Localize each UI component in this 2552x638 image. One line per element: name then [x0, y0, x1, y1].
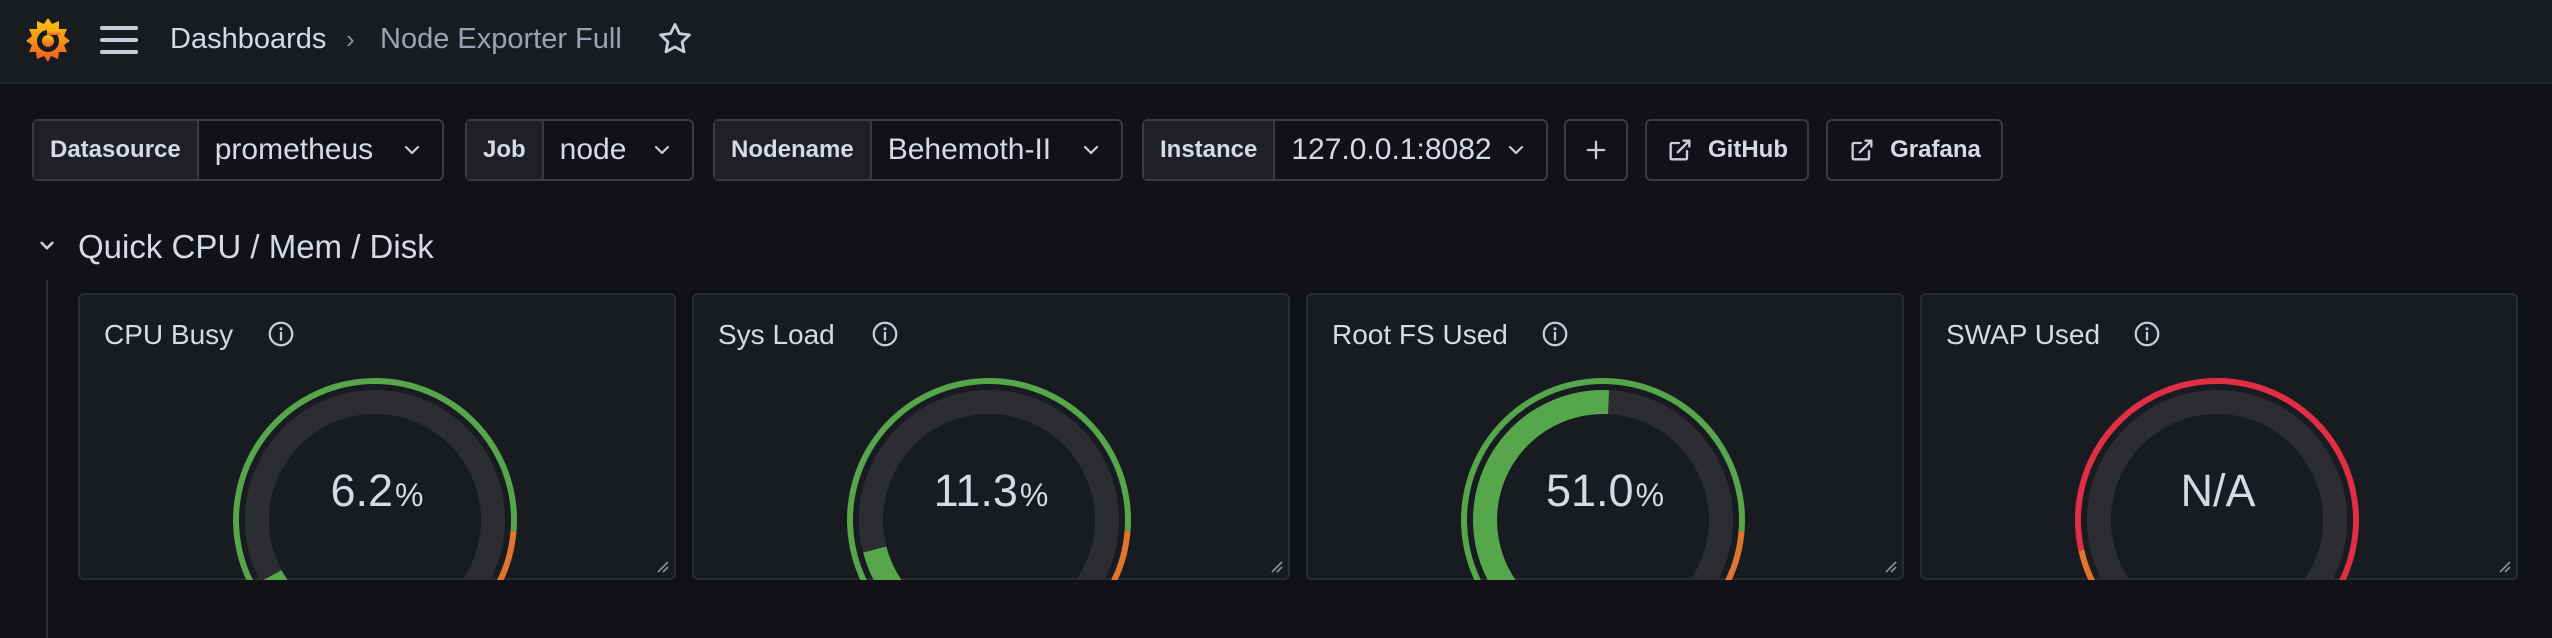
panel-title: Sys Load [718, 319, 835, 350]
resize-handle-icon[interactable] [652, 556, 670, 574]
gauge-value: N/A [1922, 465, 2516, 517]
info-icon[interactable] [266, 319, 296, 349]
external-link-icon [1669, 139, 1691, 161]
variable-value: Behemoth-II [887, 133, 1052, 166]
chevron-down-icon [1508, 145, 1524, 155]
chevron-down-icon [1083, 145, 1099, 155]
info-icon[interactable] [1540, 319, 1570, 349]
chevron-down-icon [404, 145, 420, 155]
gauge-unit: % [395, 477, 424, 513]
row-divider [46, 280, 48, 638]
gauge-unit: % [1019, 477, 1049, 513]
row-title[interactable]: Quick CPU / Mem / Disk [78, 228, 434, 266]
variable-label: Nodename [715, 121, 872, 179]
gauge-value: 11.3% [694, 465, 1288, 517]
panel-root-fs-used: Root FS Used 51.0% [1306, 293, 1904, 580]
gauge-unit: % [1635, 477, 1665, 513]
grafana-logo-icon[interactable] [22, 14, 74, 66]
variable-value: 127.0.0.1:8082 [1291, 133, 1492, 166]
variable-datasource: Datasource prometheus [32, 119, 444, 181]
chevron-down-icon [654, 145, 670, 155]
panel-title: Root FS Used [1332, 319, 1508, 350]
plus-icon [1586, 140, 1606, 160]
variable-label: Datasource [34, 121, 199, 179]
menu-button[interactable] [100, 22, 140, 58]
variable-instance: Instance 127.0.0.1:8082 [1142, 119, 1548, 181]
gauge-number: 11.3 [933, 465, 1018, 516]
github-link-label: GitHub [1708, 136, 1788, 163]
breadcrumb-separator: › [346, 24, 355, 54]
breadcrumb-current: Node Exporter Full [380, 23, 622, 55]
variable-label: Job [467, 121, 544, 179]
gauge-fill [863, 546, 902, 580]
gauge-number: N/A [2180, 465, 2256, 516]
resize-handle-icon[interactable] [1266, 556, 1284, 574]
panel-sys-load: Sys Load 11.3% [692, 293, 1290, 580]
panel-title: CPU Busy [104, 319, 234, 350]
star-icon[interactable] [656, 20, 694, 58]
nodename-select[interactable]: Behemoth-II [872, 121, 1121, 179]
datasource-select[interactable]: prometheus [199, 121, 442, 179]
top-navbar: Dashboards › Node Exporter Full [0, 0, 2552, 84]
instance-select[interactable]: 127.0.0.1:8082 [1275, 121, 1546, 179]
variable-label: Instance [1144, 121, 1276, 179]
variable-job: Job node [465, 119, 694, 181]
gauge-value: 51.0% [1308, 465, 1902, 517]
breadcrumb-dashboards[interactable]: Dashboards [170, 21, 326, 57]
panel-swap-used: SWAP Used N/A [1920, 293, 2518, 580]
variable-value: node [559, 133, 627, 166]
grafana-link-label: Grafana [1890, 136, 1981, 163]
info-icon[interactable] [870, 319, 900, 349]
job-select[interactable]: node [544, 121, 692, 179]
resize-handle-icon[interactable] [2494, 556, 2512, 574]
gauge-number: 6.2 [330, 465, 394, 516]
resize-handle-icon[interactable] [1880, 556, 1898, 574]
gauge-number: 51.0 [1545, 465, 1634, 516]
gauge-value: 6.2% [80, 465, 674, 517]
variable-nodename: Nodename Behemoth-II [713, 119, 1123, 181]
external-link-icon [1851, 139, 1873, 161]
grafana-link-button[interactable]: Grafana [1826, 119, 2003, 181]
add-variable-button[interactable] [1564, 119, 1628, 181]
variable-value: prometheus [214, 133, 374, 166]
row-collapse-chevron-icon[interactable] [34, 232, 60, 258]
panel-cpu-busy: CPU Busy 6.2% [78, 293, 676, 580]
panel-title: SWAP Used [1946, 319, 2101, 350]
github-link-button[interactable]: GitHub [1645, 119, 1809, 181]
info-icon[interactable] [2132, 319, 2162, 349]
